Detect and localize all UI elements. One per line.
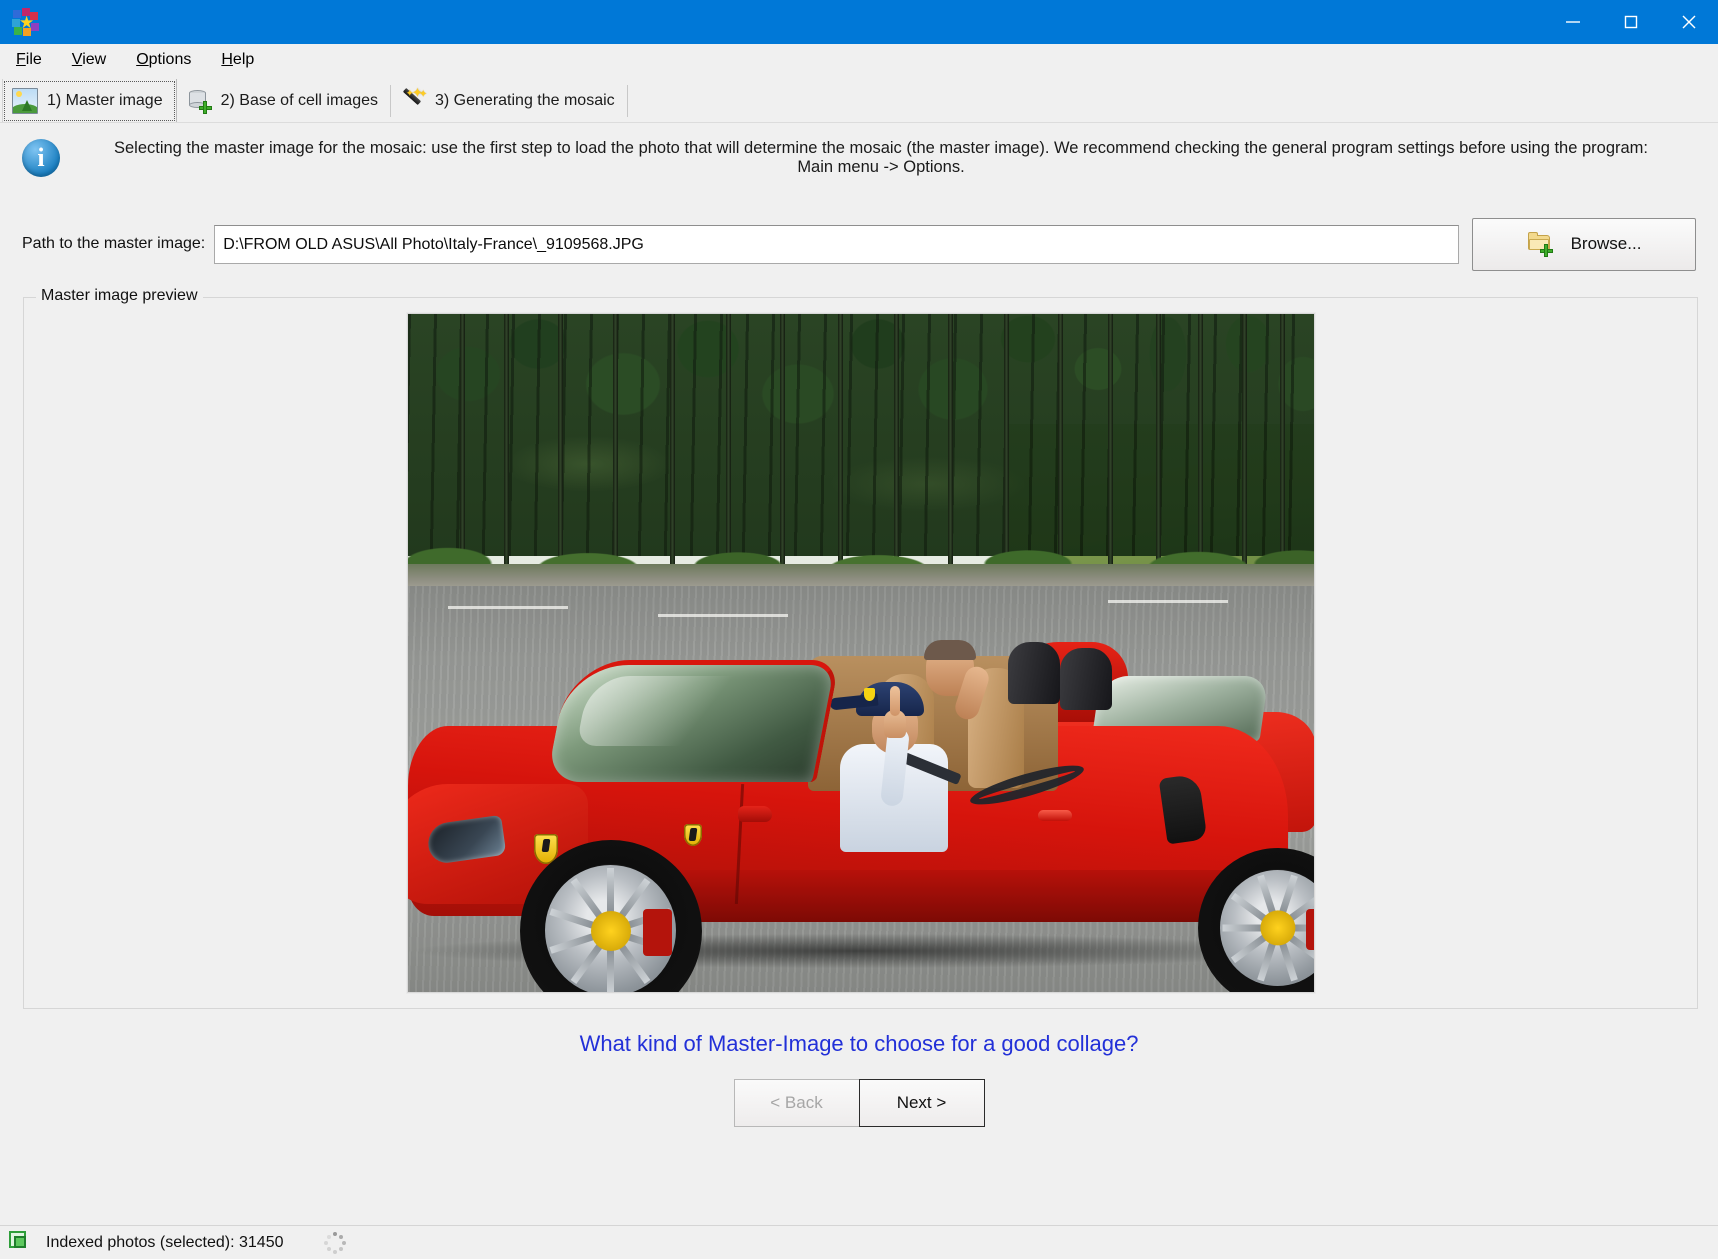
ferrari-badge-icon [684,824,702,846]
tab-master-image-label: 1) Master image [47,92,163,110]
photo-road-marking [658,614,788,617]
mosaic-puzzle-icon: ★ [11,7,41,37]
car-side-mirror [738,806,772,822]
menu-item-help-rest: elp [233,51,254,68]
wizard-tabstrip: 1) Master image 2) Base of cell images ✦… [0,76,1718,123]
master-image-photo[interactable] [407,313,1315,993]
back-button[interactable]: < Back [734,1079,860,1127]
wizard-nav: < Back Next > [0,1079,1718,1127]
menubar: File View Options Help [0,44,1718,76]
menu-item-file-rest: ile [26,51,42,68]
tabstrip-underline [0,122,1718,123]
info-banner: i Selecting the master image for the mos… [0,123,1718,190]
loading-spinner [324,1232,346,1254]
next-button[interactable]: Next > [859,1079,985,1127]
browse-button-label: Browse... [1571,234,1642,254]
picture-icon [12,88,38,114]
tab-generating-the-mosaic[interactable]: ✦ ✦ ✦ 3) Generating the mosaic [391,79,628,123]
info-banner-text: Selecting the master image for the mosai… [76,139,1696,178]
tab-generating-the-mosaic-label: 3) Generating the mosaic [435,92,615,110]
master-image-preview-group: Master image preview [23,297,1698,1009]
photo-road-marking [1108,600,1228,603]
tab-base-of-cell-images[interactable]: 2) Base of cell images [177,79,391,123]
photo-driver [838,670,988,850]
tab-divider [627,85,628,117]
preview-area[interactable] [25,299,1696,1007]
window-titlebar: ★ [0,0,1718,44]
menu-item-options-rest: ptions [149,51,192,68]
path-input[interactable]: D:\FROM OLD ASUS\All Photo\Italy-France\… [214,225,1459,264]
database-add-icon [186,88,212,114]
menu-item-file[interactable]: File [16,51,42,69]
car-windscreen-glare [576,676,790,746]
info-banner-line2: Main menu -> Options. [797,158,964,176]
maximize-icon[interactable] [1602,0,1660,44]
menu-item-help[interactable]: Help [221,51,254,69]
car-door-handle [1038,810,1072,821]
statusbar: Indexed photos (selected): 31450 [0,1225,1718,1259]
info-icon: i [22,139,60,177]
car-headrest [1060,648,1112,710]
menu-item-view-rest: iew [82,51,106,68]
photo-ferrari-car [408,634,1315,993]
indexed-photos-icon [8,1230,34,1256]
master-image-help-link[interactable]: What kind of Master-Image to choose for … [580,1031,1139,1056]
menu-item-options[interactable]: Options [136,51,191,69]
path-label: Path to the master image: [22,235,205,253]
tab-base-of-cell-images-label: 2) Base of cell images [221,92,378,110]
tab-master-image[interactable]: 1) Master image [2,79,177,123]
magic-wand-icon: ✦ ✦ ✦ [400,88,426,114]
window-controls [1544,0,1718,44]
browse-button[interactable]: Browse... [1472,218,1696,271]
folder-add-icon [1527,231,1553,257]
driver-cap-logo [864,688,875,701]
photo-road-marking [448,606,568,609]
passenger-hair [924,640,976,660]
master-image-path-row: Path to the master image: D:\FROM OLD AS… [0,218,1718,271]
menu-item-view[interactable]: View [72,51,106,69]
help-link-row: What kind of Master-Image to choose for … [0,1031,1718,1057]
indexed-photos-status: Indexed photos (selected): 31450 [46,1234,284,1252]
close-icon[interactable] [1660,0,1718,44]
minimize-icon[interactable] [1544,0,1602,44]
info-banner-line1: Selecting the master image for the mosai… [114,139,1648,157]
driver-victory-fingers [890,686,900,716]
